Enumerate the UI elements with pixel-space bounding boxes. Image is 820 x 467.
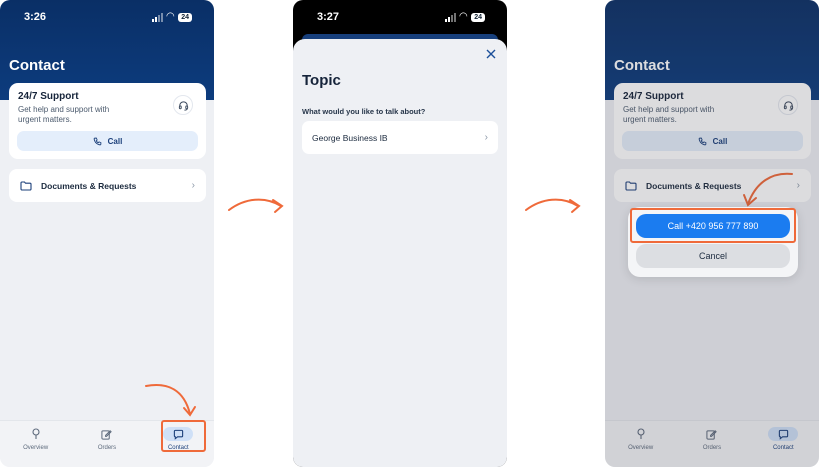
edit-icon <box>101 427 113 441</box>
documents-requests-label: Documents & Requests <box>41 180 137 191</box>
flow-arrow-icon <box>525 198 581 213</box>
page-title: Contact <box>9 57 65 74</box>
battery-icon: 24 <box>178 12 192 22</box>
signal-icon <box>151 12 163 22</box>
flow-arrow-icon <box>228 198 284 213</box>
close-icon[interactable] <box>484 47 498 61</box>
overview-icon <box>31 427 41 441</box>
chevron-right-icon: › <box>484 132 488 143</box>
support-card: 24/7 Support Get help and support with u… <box>9 83 206 159</box>
call-button-label: Call <box>107 136 123 146</box>
topic-screen: 3:27 ◠ 24 Topic What would you like to t… <box>293 0 507 467</box>
wifi-icon: ◠ <box>459 11 468 22</box>
tab-orders[interactable]: Orders <box>87 427 127 467</box>
tab-overview[interactable]: Overview <box>16 427 56 467</box>
chevron-right-icon: › <box>191 180 195 191</box>
phone-icon <box>93 137 101 145</box>
status-time: 3:26 <box>24 11 47 23</box>
status-bar: 3:26 ◠ 24 <box>0 0 214 34</box>
arrow-to-contact-tab-icon <box>145 384 196 417</box>
topic-sheet: Topic What would you like to talk about?… <box>293 39 507 467</box>
documents-requests-row[interactable]: Documents & Requests › <box>9 169 206 202</box>
sheet-title: Topic <box>302 72 341 89</box>
topic-item[interactable]: George Business IB › <box>302 121 498 154</box>
contact-tab-highlight <box>161 420 206 452</box>
status-bar: 3:27 ◠ 24 <box>293 0 507 34</box>
folder-icon <box>20 180 32 191</box>
status-time: 3:27 <box>317 11 340 23</box>
signal-icon <box>444 12 456 22</box>
support-description: Get help and support with urgent matters… <box>18 105 110 124</box>
support-title: 24/7 Support <box>18 91 79 102</box>
wifi-icon: ◠ <box>166 11 175 22</box>
call-number-highlight <box>630 208 796 243</box>
call-button[interactable]: Call <box>17 131 198 151</box>
battery-icon: 24 <box>471 12 485 22</box>
headset-icon <box>173 95 193 115</box>
topic-question: What would you like to talk about? <box>302 107 426 116</box>
topic-item-label: George Business IB <box>312 132 388 143</box>
cancel-button[interactable]: Cancel <box>636 244 790 268</box>
